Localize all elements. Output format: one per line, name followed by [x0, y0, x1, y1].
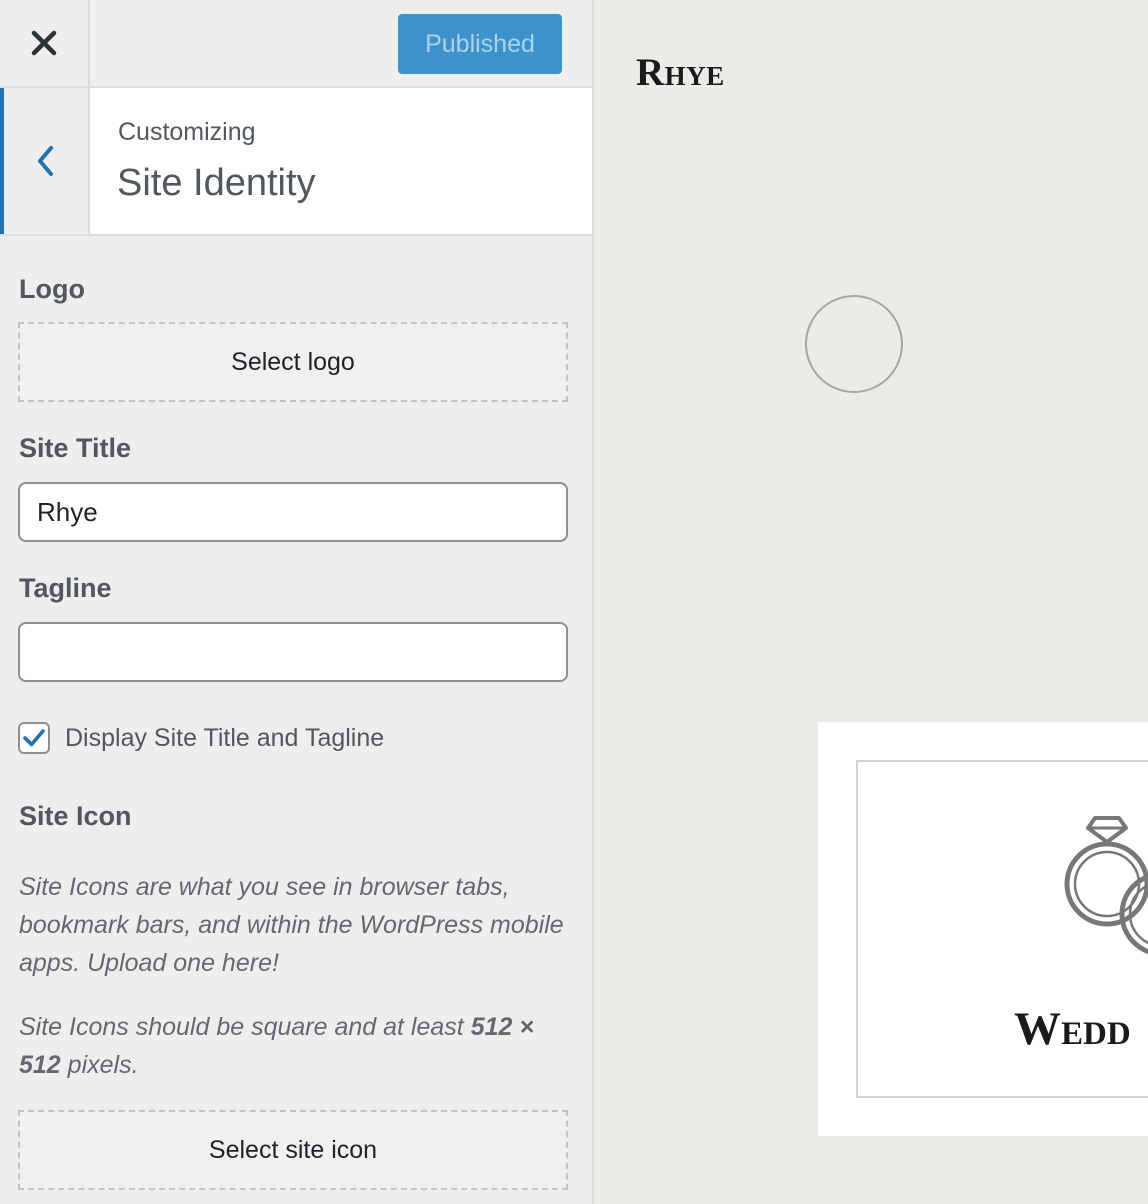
preview-loading-circle [805, 295, 903, 393]
preview-site-title[interactable]: Rhye [636, 50, 725, 95]
display-title-tagline-checkbox[interactable] [18, 722, 50, 754]
checkmark-icon [23, 729, 45, 747]
section-name: Site Identity [117, 162, 316, 204]
site-title-label: Site Title [19, 433, 132, 463]
close-button[interactable] [0, 0, 90, 86]
close-icon [31, 30, 57, 56]
back-button[interactable] [0, 88, 90, 234]
preview-card-title: Wedd [1014, 1003, 1131, 1055]
display-title-tagline-label[interactable]: Display Site Title and Tagline [65, 724, 384, 753]
size-note-suffix: pixels. [60, 1051, 139, 1079]
wedding-rings-icon [1064, 816, 1148, 955]
select-logo-button[interactable]: Select logo [18, 322, 568, 402]
preview-card: Wedd [818, 722, 1148, 1136]
customizer-header: Published [0, 0, 592, 88]
tagline-input[interactable] [18, 622, 568, 682]
customizer-sidebar: Published Customizing Site Identity Logo… [0, 0, 594, 1204]
section-title-panel: Customizing Site Identity [0, 88, 592, 236]
site-title-input[interactable] [18, 482, 568, 542]
site-icon-description: Site Icons are what you see in browser t… [19, 873, 564, 977]
preview-card-frame: Wedd [856, 760, 1148, 1098]
customizing-label: Customizing [118, 118, 256, 146]
site-preview: Rhye Wedd [594, 0, 1148, 1204]
logo-label: Logo [19, 274, 85, 304]
size-note-prefix: Site Icons should be square and at least [19, 1013, 471, 1041]
site-icon-size-note: Site Icons should be square and at least… [19, 1008, 579, 1084]
site-icon-label: Site Icon [19, 801, 132, 831]
publish-button[interactable]: Published [398, 14, 562, 74]
select-site-icon-button[interactable]: Select site icon [18, 1110, 568, 1190]
chevron-left-icon [38, 146, 53, 176]
tagline-label: Tagline [19, 573, 112, 603]
